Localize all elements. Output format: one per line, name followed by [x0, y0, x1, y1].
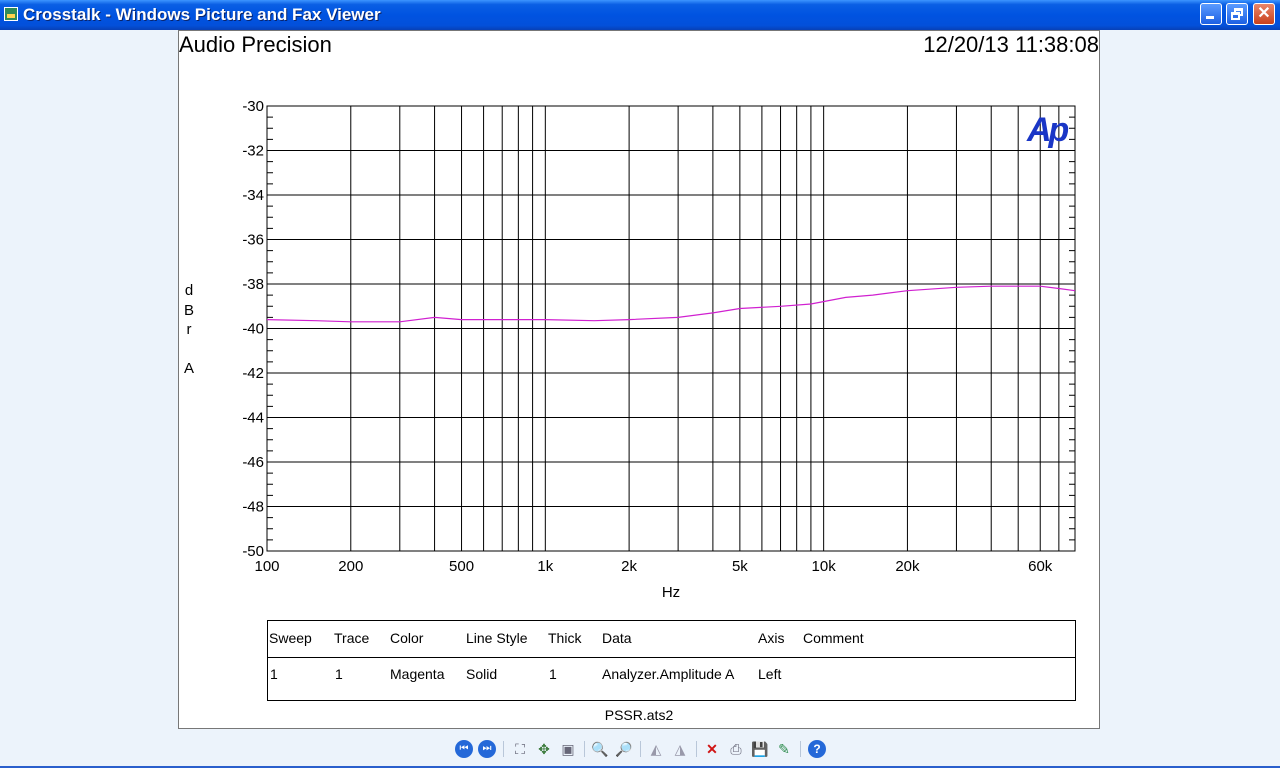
actual-size-icon: ✥	[538, 741, 550, 757]
legend-cell-line-style: Solid	[466, 666, 498, 682]
ap-logo: Ap	[1026, 111, 1069, 149]
best-fit-icon: ⛶	[515, 741, 525, 757]
y-tick-label: -48	[242, 499, 264, 516]
frequency-response-chart: -30-32-34-36-38-40-42-44-46-48-50 100 200…	[242, 98, 1076, 601]
print-icon: ⎙	[730, 741, 742, 757]
previous-image-button[interactable]: ⏮	[455, 740, 473, 758]
legend-header-axis: Axis	[758, 630, 785, 646]
open-for-editing-button[interactable]: ✎	[775, 740, 793, 758]
image-display-area: Audio Precision 12/20/13 11:38:08 d B r …	[0, 30, 1280, 735]
title-bar[interactable]: Crosstalk - Windows Picture and Fax View…	[0, 0, 1280, 30]
y-tick-label: -30	[242, 98, 264, 115]
zoom-in-icon: 🔍	[591, 741, 609, 757]
legend-header-comment: Comment	[803, 630, 864, 646]
zoom-out-button[interactable]: 🔎	[615, 740, 633, 758]
minimize-button[interactable]	[1200, 3, 1222, 25]
legend-cell-trace: 1	[335, 666, 343, 682]
legend-table: Sweep Trace Color Line Style Thick Data …	[267, 620, 1076, 701]
legend-header-thick: Thick	[548, 630, 582, 646]
save-as-button[interactable]: 💾	[751, 740, 769, 758]
close-icon: ✕	[1257, 5, 1271, 22]
best-fit-button[interactable]: ⛶	[511, 740, 529, 758]
rotate-counterclockwise-icon: ◮	[674, 741, 686, 757]
help-icon: ?	[813, 742, 821, 756]
toolbar-separator	[503, 741, 504, 757]
y-tick-labels: -30-32-34-36-38-40-42-44-46-48-50	[242, 98, 264, 560]
displayed-image: Audio Precision 12/20/13 11:38:08 d B r …	[178, 30, 1100, 729]
x-tick-label: 60k	[1028, 558, 1053, 575]
y-tick-label: -36	[242, 232, 264, 249]
legend-header-trace: Trace	[334, 630, 370, 646]
actual-size-button[interactable]: ✥	[535, 740, 553, 758]
rotate-counterclockwise-button[interactable]: ◮	[671, 740, 689, 758]
series	[266, 285, 1076, 323]
toolbar-separator	[696, 741, 697, 757]
picture-viewer-icon	[4, 7, 18, 21]
x-tick-label: 5k	[732, 558, 748, 575]
previous-icon: ⏮	[459, 743, 469, 754]
image-footer-filename: PSSR.ats2	[604, 707, 674, 723]
restore-icon-front	[1231, 12, 1240, 20]
x-tick-label: 20k	[895, 558, 920, 575]
y-tick-label: -32	[242, 143, 264, 160]
x-tick-label: 10k	[812, 558, 837, 575]
close-button[interactable]: ✕	[1253, 3, 1275, 25]
y-tick-label: -34	[242, 187, 264, 204]
restore-button[interactable]	[1226, 3, 1248, 25]
x-tick-label: 100	[254, 558, 279, 575]
toolbar-separator	[584, 741, 585, 757]
y-tick-label: -40	[242, 321, 264, 338]
help-button[interactable]: ?	[808, 740, 826, 758]
next-icon: ⏭	[482, 743, 492, 754]
legend-header-sweep: Sweep	[269, 630, 312, 646]
grid	[267, 106, 1075, 551]
zoom-out-icon: 🔎	[615, 741, 633, 757]
viewer-toolbar: ⏮ ⏭ ⛶ ✥ ▣ 🔍 🔎 ◭ ◮ ✕ ⎙ 💾 ✎ ?	[0, 735, 1280, 768]
slideshow-icon: ▣	[561, 741, 575, 757]
toolbar-separator	[800, 741, 801, 757]
legend-divider	[268, 657, 1075, 658]
rotate-clockwise-icon: ◭	[650, 741, 662, 757]
y-tick-label: -42	[242, 365, 264, 382]
legend-header-line-style: Line Style	[466, 630, 528, 646]
x-tick-label: 2k	[621, 558, 637, 575]
x-tick-label: 1k	[537, 558, 553, 575]
legend-cell-color: Magenta	[390, 666, 445, 682]
y-tick-label: -46	[242, 454, 264, 471]
slideshow-button[interactable]: ▣	[559, 740, 577, 758]
x-tick-label: 500	[449, 558, 474, 575]
legend-header-color: Color	[390, 630, 424, 646]
edit-image-icon: ✎	[778, 741, 790, 757]
legend-header-data: Data	[602, 630, 632, 646]
series-line	[266, 285, 1076, 323]
y-tick-label: -38	[242, 276, 264, 293]
zoom-in-button[interactable]: 🔍	[591, 740, 609, 758]
y-tick-label: -44	[242, 410, 264, 427]
x-axis-label: Hz	[662, 584, 680, 601]
save-icon: 💾	[751, 741, 769, 757]
legend-cell-sweep: 1	[270, 666, 278, 682]
toolbar-separator	[640, 741, 641, 757]
minimize-icon	[1206, 16, 1214, 19]
window-title: Crosstalk - Windows Picture and Fax View…	[23, 5, 381, 24]
legend-cell-thick: 1	[549, 666, 557, 682]
legend-cell-axis: Left	[758, 666, 782, 682]
x-tick-labels: 100 200 500 1k 2k 5k 10k 20k 60k	[254, 558, 1052, 575]
rotate-clockwise-button[interactable]: ◭	[647, 740, 665, 758]
legend-cell-data: Analyzer.Amplitude A	[602, 666, 735, 682]
next-image-button[interactable]: ⏭	[478, 740, 496, 758]
print-button[interactable]: ⎙	[727, 740, 745, 758]
delete-icon: ✕	[706, 741, 718, 757]
delete-button[interactable]: ✕	[703, 740, 721, 758]
x-tick-label: 200	[338, 558, 363, 575]
